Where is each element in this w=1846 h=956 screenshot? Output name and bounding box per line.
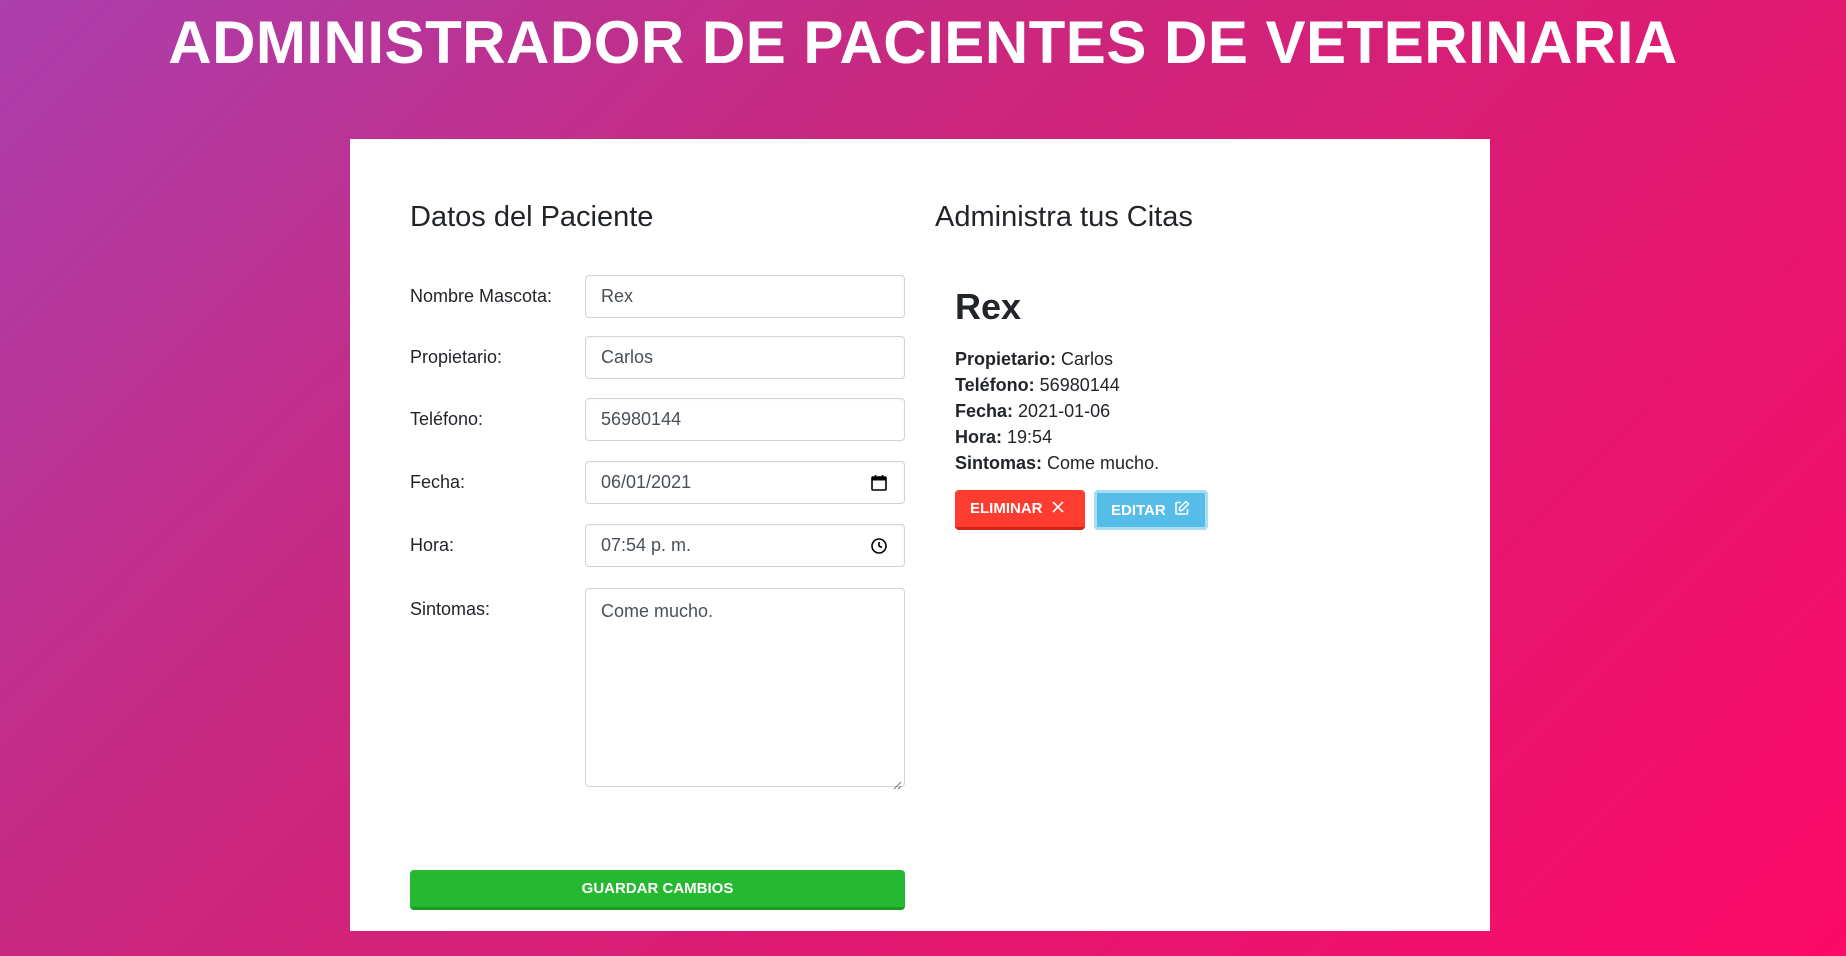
symptoms-label: Sintomas: bbox=[410, 599, 491, 619]
pet-name-row: Nombre Mascota: Rex bbox=[410, 275, 965, 320]
appointment-owner: Propietario: Carlos bbox=[955, 346, 1415, 372]
patient-form: Datos del Paciente Nombre Mascota: Rex P… bbox=[410, 199, 965, 910]
edit-icon bbox=[1174, 500, 1190, 520]
calendar-icon[interactable] bbox=[869, 473, 889, 493]
pet-name-label: Nombre Mascota: bbox=[410, 286, 553, 306]
pet-name-input[interactable]: Rex bbox=[585, 275, 905, 318]
main-card: Datos del Paciente Nombre Mascota: Rex P… bbox=[350, 139, 1490, 931]
time-key: Hora: bbox=[955, 427, 1003, 447]
resize-grip-icon[interactable] bbox=[892, 774, 902, 790]
save-changes-button[interactable]: GUARDAR CAMBIOS bbox=[410, 870, 905, 910]
owner-key: Propietario: bbox=[955, 349, 1057, 369]
owner-value: Carlos bbox=[601, 347, 654, 367]
phone-value: 56980144 bbox=[601, 409, 682, 429]
symptoms-key: Sintomas: bbox=[955, 453, 1043, 473]
form-title: Datos del Paciente bbox=[410, 201, 654, 233]
date-key: Fecha: bbox=[955, 401, 1014, 421]
time-input[interactable]: 07:54 p. m. bbox=[585, 524, 905, 567]
date-row: Fecha: 06/01/2021 bbox=[410, 461, 965, 506]
phone-text: 56980144 bbox=[1039, 375, 1120, 395]
edit-label: EDITAR bbox=[1111, 501, 1166, 519]
time-value: 07:54 p. m. bbox=[601, 535, 692, 555]
owner-input[interactable]: Carlos bbox=[585, 336, 905, 379]
appointment-symptoms: Sintomas: Come mucho. bbox=[955, 450, 1415, 476]
x-icon bbox=[1051, 500, 1065, 518]
page-title: ADMINISTRADOR DE PACIENTES DE VETERINARI… bbox=[168, 9, 1678, 76]
appointment-card: Rex Propietario: Carlos Teléfono: 569801… bbox=[955, 287, 1415, 530]
appointments-section: Administra tus Citas Rex Propietario: Ca… bbox=[935, 199, 1435, 530]
time-label: Hora: bbox=[410, 535, 455, 555]
appointment-actions: ELIMINAR EDITAR bbox=[955, 490, 1415, 530]
phone-row: Teléfono: 56980144 bbox=[410, 398, 965, 443]
date-label: Fecha: bbox=[410, 472, 466, 492]
symptoms-value: Come mucho. bbox=[601, 601, 714, 621]
phone-input[interactable]: 56980144 bbox=[585, 398, 905, 441]
appointment-time: Hora: 19:54 bbox=[955, 424, 1415, 450]
appointment-phone: Teléfono: 56980144 bbox=[955, 372, 1415, 398]
phone-key: Teléfono: bbox=[955, 375, 1035, 395]
clock-icon[interactable] bbox=[869, 536, 889, 556]
symptoms-row: Sintomas: Come mucho. bbox=[410, 588, 965, 790]
delete-button[interactable]: ELIMINAR bbox=[955, 490, 1085, 530]
delete-label: ELIMINAR bbox=[970, 500, 1043, 517]
pet-name-value: Rex bbox=[601, 286, 634, 306]
edit-button[interactable]: EDITAR bbox=[1094, 490, 1208, 530]
date-text: 2021-01-06 bbox=[1018, 401, 1111, 421]
symptoms-text: Come mucho. bbox=[1047, 453, 1160, 473]
owner-row: Propietario: Carlos bbox=[410, 336, 965, 381]
time-row: Hora: 07:54 p. m. bbox=[410, 524, 965, 569]
owner-text: Carlos bbox=[1061, 349, 1114, 369]
symptoms-textarea[interactable]: Come mucho. bbox=[585, 588, 905, 790]
date-input[interactable]: 06/01/2021 bbox=[585, 461, 905, 504]
appointments-title: Administra tus Citas bbox=[935, 201, 1193, 233]
date-value: 06/01/2021 bbox=[601, 472, 692, 492]
appointment-pet-name: Rex bbox=[955, 286, 1022, 327]
phone-label: Teléfono: bbox=[410, 409, 484, 429]
owner-label: Propietario: bbox=[410, 347, 503, 367]
appointment-date: Fecha: 2021-01-06 bbox=[955, 398, 1415, 424]
time-text: 19:54 bbox=[1007, 427, 1053, 447]
